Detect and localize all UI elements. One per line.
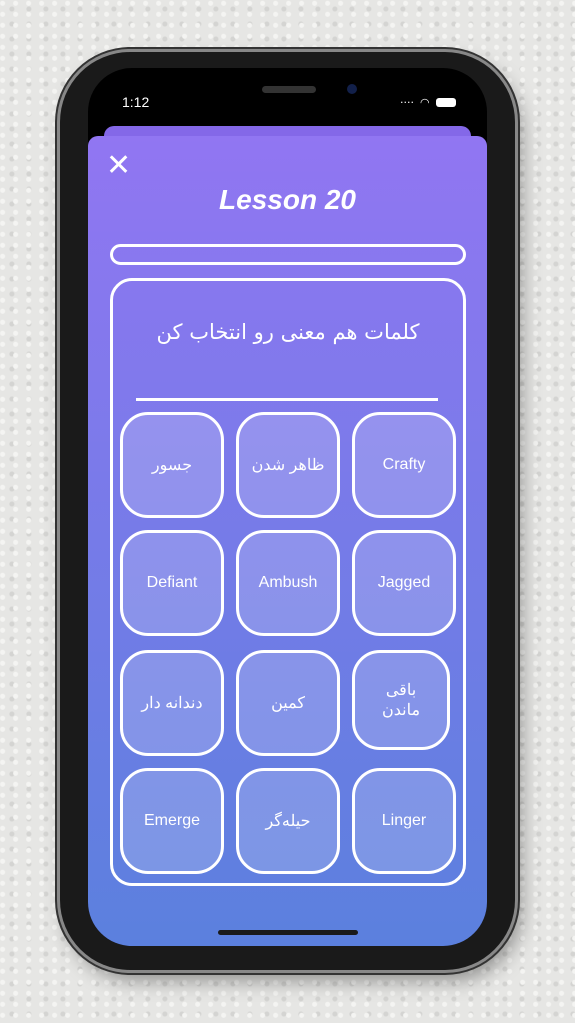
word-tile[interactable]: Jagged: [352, 530, 456, 636]
word-tile[interactable]: کمین: [236, 650, 340, 756]
word-tile[interactable]: دندانه دار: [120, 650, 224, 756]
word-tile[interactable]: Emerge: [120, 768, 224, 874]
wifi-icon: ◠: [420, 96, 430, 109]
word-tile[interactable]: حیله‌گر: [236, 768, 340, 874]
speaker: [262, 86, 316, 93]
word-tile[interactable]: ظاهر شدن: [236, 412, 340, 518]
dots-icon: ····: [400, 96, 414, 109]
word-tile[interactable]: Defiant: [120, 530, 224, 636]
close-icon[interactable]: ✕: [106, 151, 131, 181]
page-title: Lesson 20: [219, 184, 356, 215]
word-tile[interactable]: Ambush: [236, 530, 340, 636]
word-tile[interactable]: باقی ماندن: [352, 650, 450, 750]
word-tile[interactable]: Crafty: [352, 412, 456, 518]
camera: [347, 84, 357, 94]
status-time: 1:12: [122, 94, 150, 110]
word-tile[interactable]: جسور: [120, 412, 224, 518]
battery-icon: [435, 98, 456, 107]
word-tile[interactable]: Linger: [352, 768, 456, 874]
divider: [136, 398, 438, 401]
progress-bar: [110, 244, 466, 265]
home-indicator[interactable]: [218, 930, 358, 935]
status-icons: ···· ◠: [400, 96, 456, 109]
question-text: کلمات هم معنی رو انتخاب کن: [156, 320, 420, 344]
